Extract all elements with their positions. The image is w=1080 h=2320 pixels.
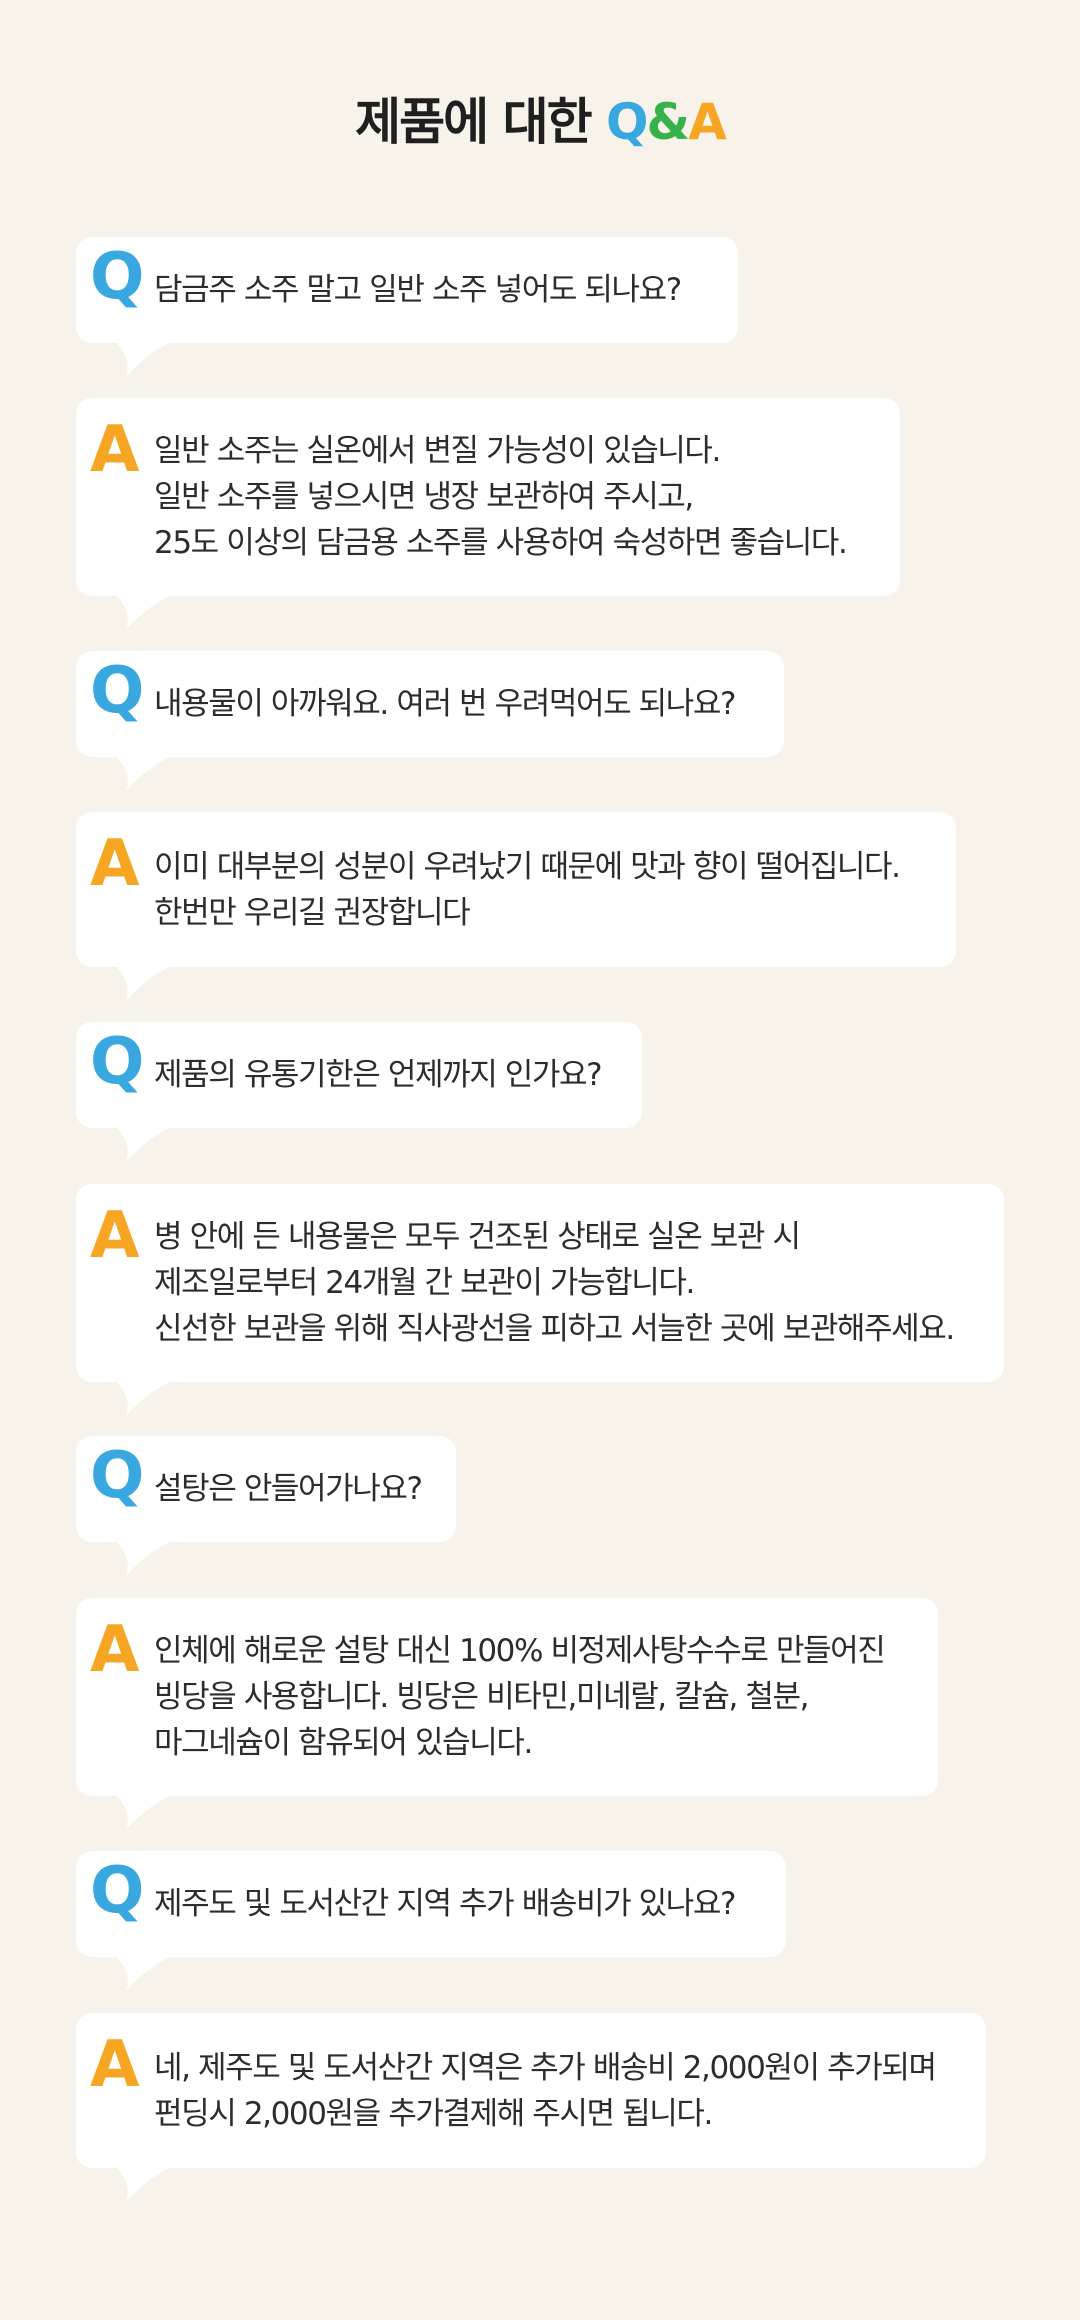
answer-text: 인체에 해로운 설탕 대신 100% 비정제사탕수수로 만들어진 빙당을 사용합… bbox=[154, 1633, 886, 1761]
answer-marker: A bbox=[90, 413, 140, 487]
bubble-tail bbox=[106, 1532, 196, 1576]
question-bubble-4: Q 설탕은 안들어가나요? bbox=[76, 1436, 456, 1576]
title-q: Q bbox=[606, 93, 648, 151]
question-marker: Q bbox=[90, 240, 145, 314]
question-marker: Q bbox=[90, 1854, 145, 1928]
page-title: 제품에 대한 Q&A bbox=[0, 82, 1080, 154]
question-bubble-2: Q 내용물이 아까워요. 여러 번 우려먹어도 되나요? bbox=[76, 651, 784, 791]
answer-bubble-4: A 인체에 해로운 설탕 대신 100% 비정제사탕수수로 만들어진 빙당을 사… bbox=[76, 1598, 938, 1830]
question-bubble-5: Q 제주도 및 도서산간 지역 추가 배송비가 있나요? bbox=[76, 1851, 786, 1991]
question-marker: Q bbox=[90, 1025, 145, 1099]
question-text: 담금주 소주 말고 일반 소주 넣어도 되나요? bbox=[154, 272, 682, 308]
bubble-tail bbox=[106, 333, 196, 377]
bubble-tail bbox=[106, 2158, 196, 2202]
title-a: A bbox=[688, 93, 727, 151]
bubble-tail bbox=[106, 1118, 196, 1162]
question-bubble-1: Q 담금주 소주 말고 일반 소주 넣어도 되나요? bbox=[76, 237, 738, 377]
bubble-tail bbox=[106, 1372, 196, 1416]
answer-bubble-1: A 일반 소주는 실온에서 변질 가능성이 있습니다. 일반 소주를 넣으시면 … bbox=[76, 398, 900, 630]
question-marker: Q bbox=[90, 654, 145, 728]
title-amp: & bbox=[646, 93, 691, 151]
answer-marker: A bbox=[90, 1613, 140, 1687]
answer-text: 일반 소주는 실온에서 변질 가능성이 있습니다. 일반 소주를 넣으시면 냉장… bbox=[154, 433, 848, 561]
answer-text: 병 안에 든 내용물은 모두 건조된 상태로 실온 보관 시 제조일로부터 24… bbox=[154, 1219, 955, 1347]
question-bubble-3: Q 제품의 유통기한은 언제까지 인가요? bbox=[76, 1022, 642, 1162]
question-text: 제주도 및 도서산간 지역 추가 배송비가 있나요? bbox=[154, 1886, 736, 1922]
question-text: 설탕은 안들어가나요? bbox=[154, 1471, 423, 1507]
question-marker: Q bbox=[90, 1439, 145, 1513]
bubble-tail bbox=[106, 747, 196, 791]
question-text: 제품의 유통기한은 언제까지 인가요? bbox=[154, 1057, 603, 1093]
answer-bubble-2: A 이미 대부분의 성분이 우려났기 때문에 맛과 향이 떨어집니다. 한번만 … bbox=[76, 812, 956, 1001]
answer-marker: A bbox=[90, 2028, 140, 2102]
answer-text: 네, 제주도 및 도서산간 지역은 추가 배송비 2,000원이 추가되며 펀딩… bbox=[154, 2049, 937, 2132]
title-main: 제품에 대한 bbox=[355, 93, 606, 151]
answer-marker: A bbox=[90, 827, 140, 901]
bubble-tail bbox=[106, 586, 196, 630]
bubble-tail bbox=[106, 1947, 196, 1991]
answer-bubble-5: A 네, 제주도 및 도서산간 지역은 추가 배송비 2,000원이 추가되며 … bbox=[76, 2013, 986, 2202]
answer-text: 이미 대부분의 성분이 우려났기 때문에 맛과 향이 떨어집니다. 한번만 우리… bbox=[154, 848, 901, 931]
answer-bubble-3: A 병 안에 든 내용물은 모두 건조된 상태로 실온 보관 시 제조일로부터 … bbox=[76, 1184, 1004, 1416]
question-text: 내용물이 아까워요. 여러 번 우려먹어도 되나요? bbox=[154, 686, 736, 722]
answer-marker: A bbox=[90, 1199, 140, 1273]
bubble-tail bbox=[106, 1786, 196, 1830]
bubble-tail bbox=[106, 957, 196, 1001]
